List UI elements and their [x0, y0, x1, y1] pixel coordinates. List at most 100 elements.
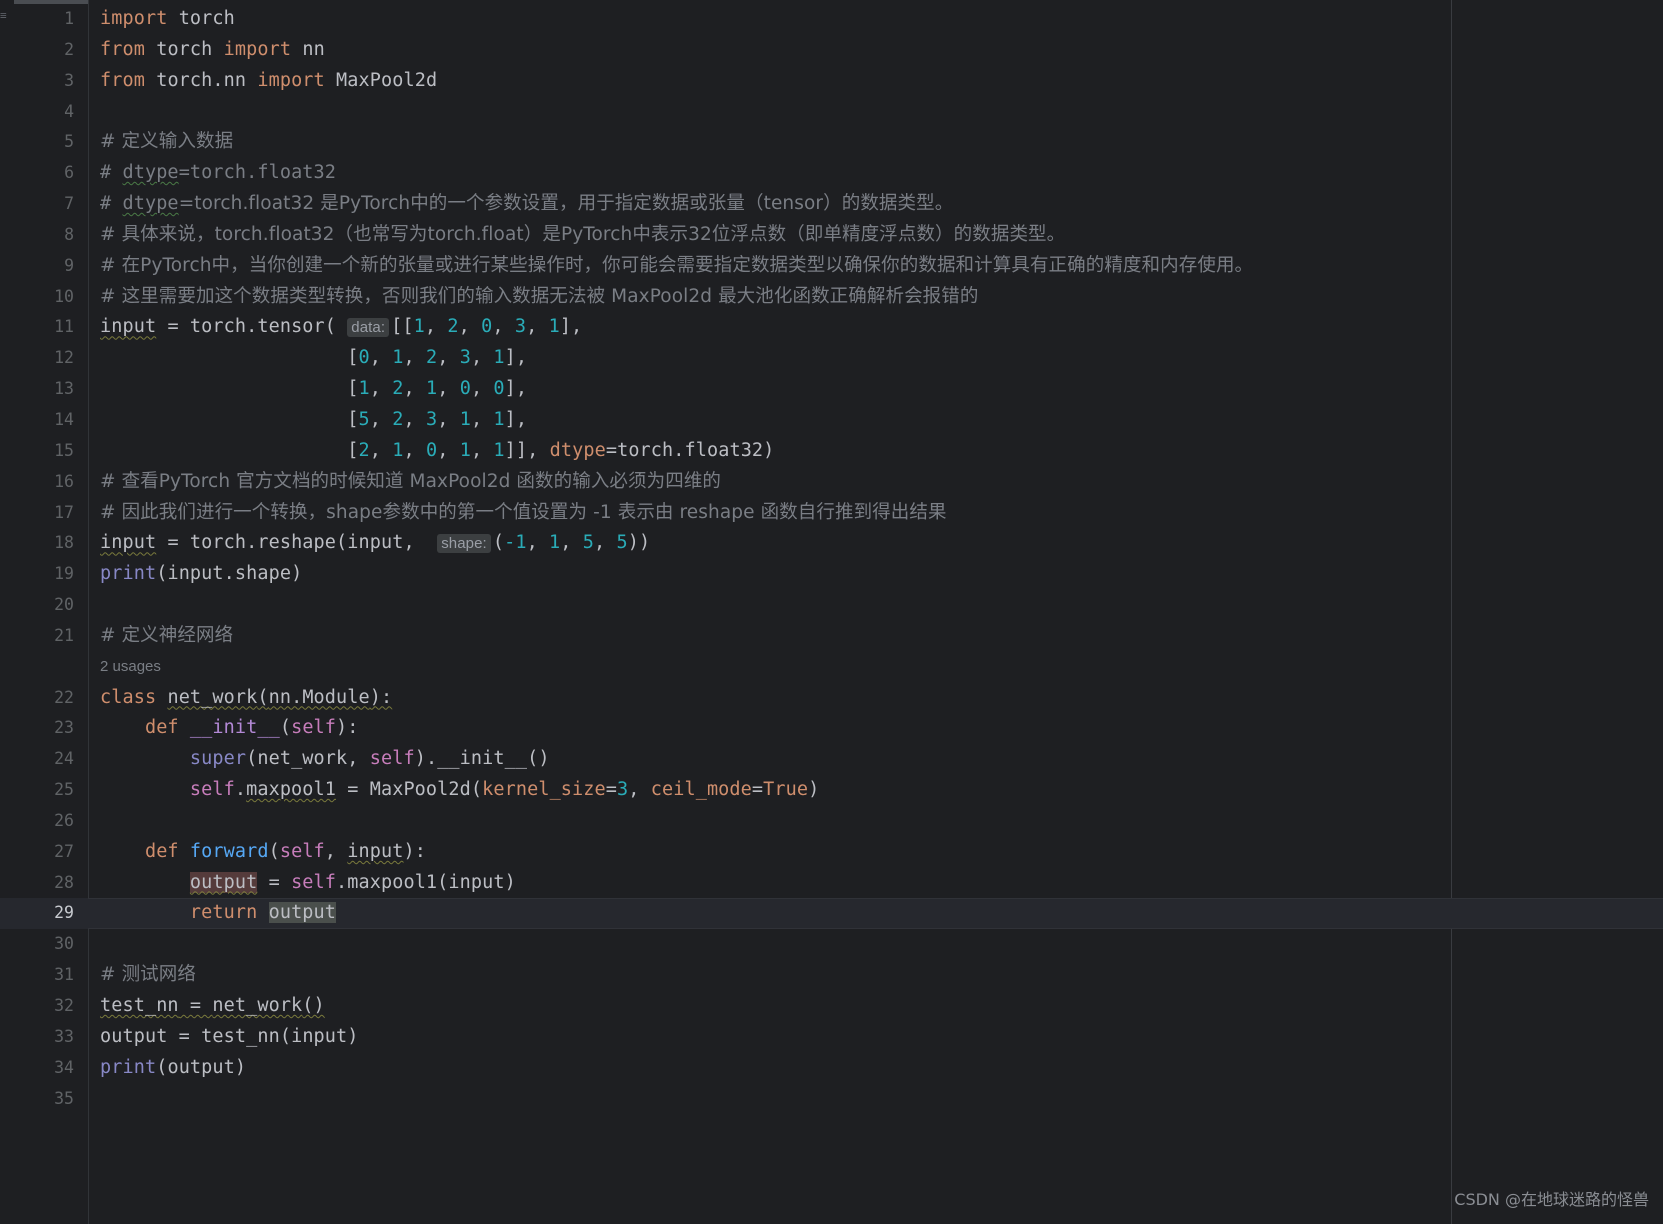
line-number[interactable]: 18 — [0, 528, 88, 559]
line-number[interactable]: 24 — [0, 744, 88, 775]
line-number[interactable]: 7 — [0, 189, 88, 220]
paren-close: ) — [347, 1025, 359, 1047]
line-number[interactable]: 22 — [0, 683, 88, 714]
inlay-hint-usages[interactable]: 2 usages — [88, 652, 1663, 683]
code-line-7[interactable]: # dtype=torch.float32 是PyTorch中的一个参数设置，用… — [88, 189, 1663, 220]
line-number-gutter[interactable]: ≡ 1 2 3 4 5 6 7 8 9 10 11 12 13 14 15 16… — [0, 0, 108, 1224]
code-line-30[interactable] — [88, 929, 1663, 960]
line-number[interactable]: 17 — [0, 498, 88, 529]
kwarg-dtype: dtype — [549, 439, 606, 461]
line-number[interactable]: 32 — [0, 991, 88, 1022]
line-number[interactable]: 5 — [0, 127, 88, 158]
line-number[interactable]: 28 — [0, 868, 88, 899]
code-line-33[interactable]: output = test_nn(input) — [88, 1022, 1663, 1053]
line-number[interactable]: 26 — [0, 806, 88, 837]
comma: , — [470, 408, 494, 430]
call-torch-reshape: torch.reshape — [189, 532, 337, 554]
code-line-9[interactable]: # 在PyTorch中，当你创建一个新的张量或进行某些操作时，你可能会需要指定数… — [88, 251, 1663, 282]
code-line-25[interactable]: self.maxpool1 = MaxPool2d(kernel_size=3,… — [88, 775, 1663, 806]
code-line-16[interactable]: # 查看PyTorch 官方文档的时候知道 MaxPool2d 函数的输入必须为… — [88, 467, 1663, 498]
code-line-31[interactable]: # 测试网络 — [88, 960, 1663, 991]
colon: ): — [336, 717, 359, 739]
hamburger-menu-icon[interactable]: ≡ — [0, 10, 9, 21]
comment-spellcheck-dtype: dtype — [122, 193, 179, 215]
paren-close: ) — [808, 779, 820, 801]
line-number[interactable]: 10 — [0, 282, 88, 313]
comment-text: # 定义神经网络 — [100, 624, 234, 646]
operator-equals: = — [751, 779, 764, 801]
number: 1 — [392, 347, 404, 369]
line-number-current[interactable]: 29 — [0, 898, 88, 930]
bracket-open: [[ — [391, 316, 414, 338]
line-number[interactable]: 34 — [0, 1053, 88, 1084]
line-number[interactable]: 2 — [0, 35, 88, 66]
code-line-1[interactable]: import torch — [88, 4, 1663, 35]
line-number[interactable]: 27 — [0, 837, 88, 868]
line-number[interactable]: 12 — [0, 343, 88, 374]
paren-open: ( — [268, 840, 280, 862]
line-number[interactable]: 30 — [0, 929, 88, 960]
code-line-21[interactable]: # 定义神经网络 — [88, 621, 1663, 652]
code-line-18[interactable]: input = torch.reshape(input, shape: (-1, … — [88, 528, 1663, 559]
line-number[interactable]: 1 — [0, 4, 88, 35]
code-line-26[interactable] — [88, 806, 1663, 837]
number: 0 — [493, 378, 505, 400]
code-line-13[interactable]: [1, 2, 1, 0, 0], — [88, 374, 1663, 405]
code-line-10[interactable]: # 这里需要加这个数据类型转换，否则我们的输入数据无法被 MaxPool2d 最… — [88, 282, 1663, 313]
variable-output: output — [100, 1025, 168, 1047]
code-line-24[interactable]: super(net_work, self).__init__() — [88, 744, 1663, 775]
line-number[interactable]: 11 — [0, 312, 88, 343]
line-number[interactable]: 33 — [0, 1022, 88, 1053]
code-line-29-current[interactable]: return output — [88, 898, 1663, 930]
code-line-32[interactable]: test_nn = net_work() — [88, 991, 1663, 1022]
line-number[interactable]: 8 — [0, 220, 88, 251]
code-line-2[interactable]: from torch import nn — [88, 35, 1663, 66]
line-number[interactable]: 4 — [0, 97, 88, 128]
line-number[interactable]: 16 — [0, 467, 88, 498]
indent: [ — [100, 439, 359, 461]
code-line-12[interactable]: [0, 1, 2, 3, 1], — [88, 343, 1663, 374]
code-line-6[interactable]: # dtype=torch.float32 — [88, 158, 1663, 189]
line-number[interactable]: 20 — [0, 590, 88, 621]
line-number[interactable]: 31 — [0, 960, 88, 991]
code-line-5[interactable]: # 定义输入数据 — [88, 127, 1663, 158]
line-number[interactable]: 35 — [0, 1084, 88, 1115]
code-line-3[interactable]: from torch.nn import MaxPool2d — [88, 66, 1663, 97]
variable-output-write: output — [189, 871, 258, 893]
code-text-area[interactable]: import torch from torch import nn from t… — [88, 0, 1663, 1224]
number: 0 — [459, 378, 471, 400]
line-number[interactable]: 13 — [0, 374, 88, 405]
paren-close: ) — [291, 563, 303, 585]
token-self: self — [189, 779, 235, 801]
code-line-35[interactable] — [88, 1084, 1663, 1115]
line-number[interactable]: 3 — [0, 66, 88, 97]
code-line-19[interactable]: print(input.shape) — [88, 559, 1663, 590]
comment-text: # 因此我们进行一个转换，shape参数中的第一个值设置为 -1 表示由 res… — [100, 501, 947, 523]
operator-equals: = — [605, 439, 618, 461]
code-line-22[interactable]: class net_work(nn.Module): — [88, 683, 1663, 714]
code-line-14[interactable]: [5, 2, 3, 1, 1], — [88, 405, 1663, 436]
line-number[interactable]: 23 — [0, 713, 88, 744]
code-line-4[interactable] — [88, 97, 1663, 128]
line-number[interactable]: 21 — [0, 621, 88, 652]
code-line-15[interactable]: [2, 1, 0, 1, 1]], dtype=torch.float32) — [88, 436, 1663, 467]
number: 1 — [392, 439, 404, 461]
code-line-20[interactable] — [88, 590, 1663, 621]
code-line-17[interactable]: # 因此我们进行一个转换，shape参数中的第一个值设置为 -1 表示由 res… — [88, 498, 1663, 529]
number: 3 — [459, 347, 471, 369]
code-line-8[interactable]: # 具体来说，torch.float32（也常写为torch.float）是Py… — [88, 220, 1663, 251]
code-line-23[interactable]: def __init__(self): — [88, 713, 1663, 744]
line-number[interactable]: 14 — [0, 405, 88, 436]
line-number[interactable]: 25 — [0, 775, 88, 806]
line-number[interactable]: 9 — [0, 251, 88, 282]
code-line-11[interactable]: input = torch.tensor( data: [[1, 2, 0, 3,… — [88, 312, 1663, 343]
call-init: __init__ — [437, 748, 528, 770]
comma: , — [403, 347, 426, 369]
line-number[interactable]: 6 — [0, 158, 88, 189]
comma: , — [324, 840, 348, 862]
code-line-34[interactable]: print(output) — [88, 1053, 1663, 1084]
code-line-27[interactable]: def forward(self, input): — [88, 837, 1663, 868]
code-line-28[interactable]: output = self.maxpool1(input) — [88, 868, 1663, 899]
line-number[interactable]: 19 — [0, 559, 88, 590]
line-number[interactable]: 15 — [0, 436, 88, 467]
